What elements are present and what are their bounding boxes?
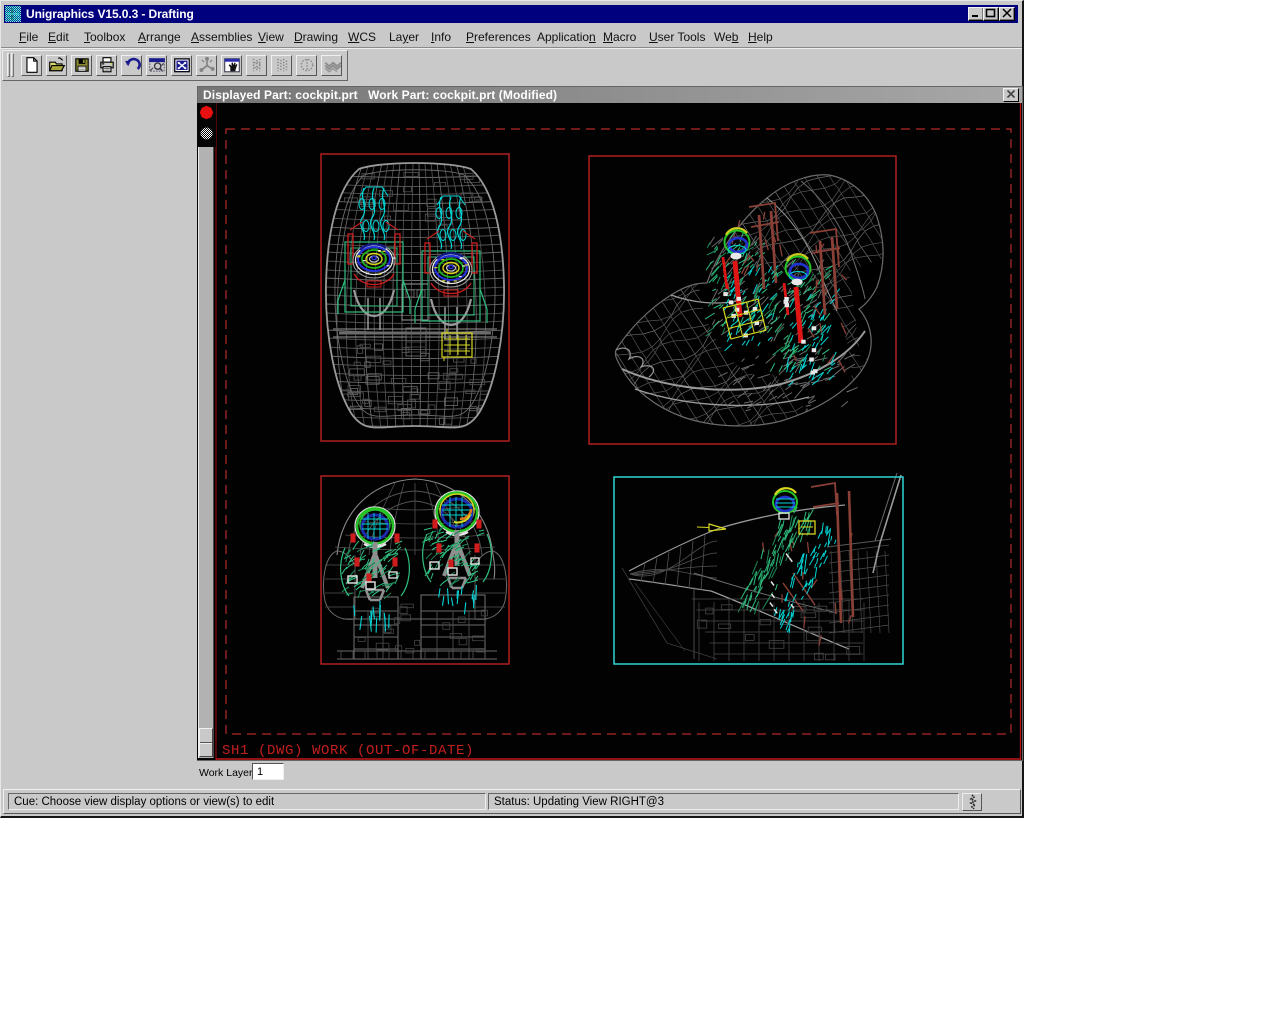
svg-text:SH1 (DWG) WORK (OUT-OF-DATE): SH1 (DWG) WORK (OUT-OF-DATE) bbox=[222, 743, 474, 759]
